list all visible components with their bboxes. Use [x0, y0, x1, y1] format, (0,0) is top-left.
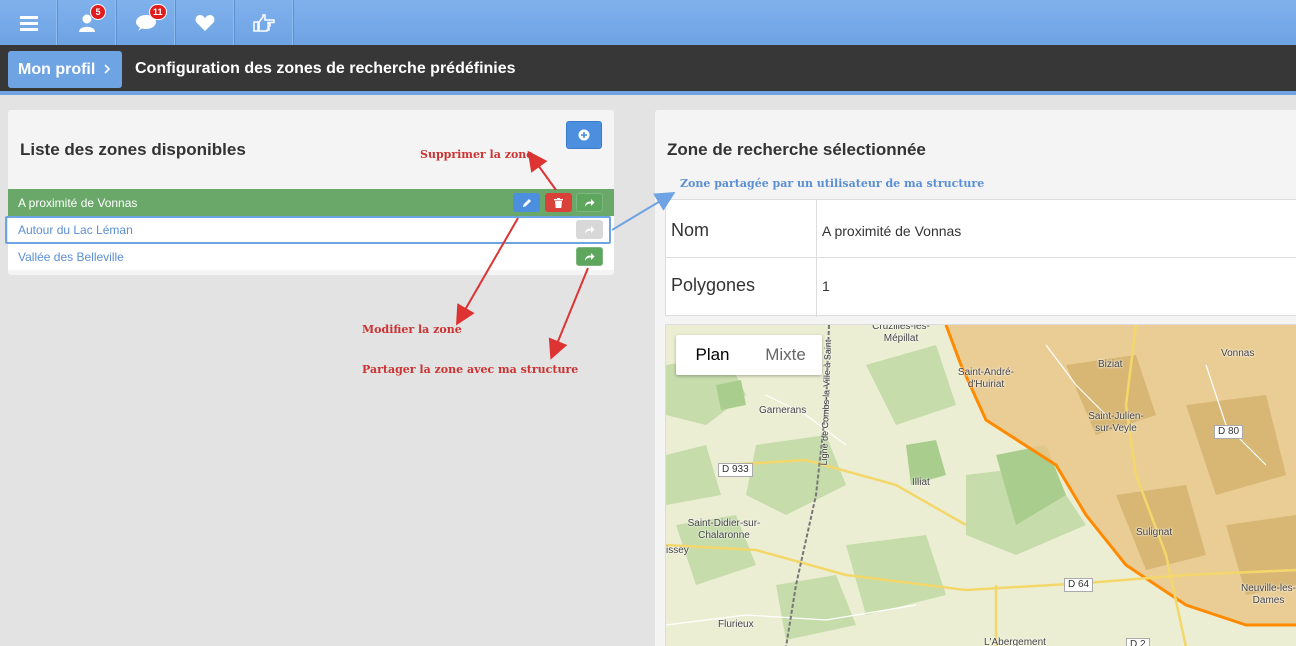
annotation-edit: Modifier la zone [362, 323, 462, 336]
annotation-share: Partager la zone avec ma structure [362, 363, 579, 376]
annotation-delete: Supprimer la zone [420, 148, 534, 161]
annotation-arrows [456, 150, 676, 360]
annotation-shared: Zone partagée par un utilisateur de ma s… [680, 177, 985, 190]
